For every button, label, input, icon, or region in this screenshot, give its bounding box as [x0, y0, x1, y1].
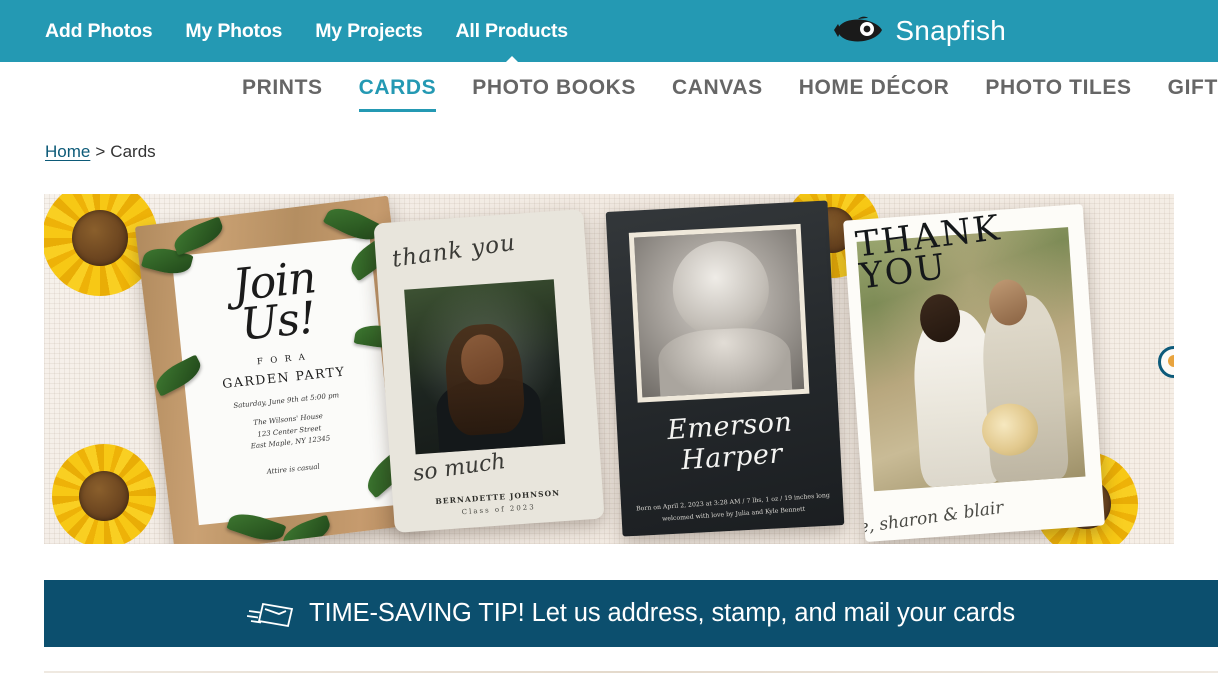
hero-banner[interactable]: Join Us! F O R A GARDEN PARTY Saturday, …: [44, 194, 1174, 544]
nav-label: PHOTO BOOKS: [472, 76, 637, 99]
breadcrumb-separator: >: [95, 142, 106, 161]
topbar-link-add-photos[interactable]: Add Photos: [45, 19, 153, 43]
topbar-link-label: My Photos: [185, 19, 283, 42]
caret-up-icon: [502, 55, 521, 65]
card1-event-title: GARDEN PARTY: [221, 363, 347, 391]
topbar-link-label: Add Photos: [45, 19, 153, 42]
snapfish-logo[interactable]: Snapfish: [834, 15, 1006, 47]
sunflower-icon: [52, 444, 156, 544]
topbar-link-label: My Projects: [315, 19, 423, 42]
utility-top-bar: Add Photos My Photos My Projects All Pro…: [0, 0, 1218, 65]
nav-label: PRINTS: [242, 76, 323, 99]
nav-item-photo-tiles[interactable]: PHOTO TILES: [985, 76, 1131, 112]
nav-label: CANVAS: [672, 76, 763, 99]
nav-item-prints[interactable]: PRINTS: [242, 76, 323, 112]
nav-label: HOME DÉCOR: [798, 76, 950, 99]
topbar-link-my-projects[interactable]: My Projects: [315, 20, 422, 43]
nav-item-photo-books[interactable]: PHOTO BOOKS: [472, 76, 636, 112]
hero-card-birth-announcement[interactable]: Emerson Harper Born on April 2, 2023 at …: [605, 200, 845, 537]
nav-item-gifts[interactable]: GIFTS: [1168, 76, 1218, 112]
nav-item-cards[interactable]: CARDS: [358, 76, 437, 112]
card2-photo: [404, 279, 566, 455]
breadcrumb-current: Cards: [110, 142, 156, 161]
category-nav: PRINTS CARDS PHOTO BOOKS CANVAS HOME DÉC…: [0, 62, 1218, 122]
topbar-link-label: All Products: [455, 19, 568, 42]
card-face: Join Us! F O R A GARDEN PARTY Saturday, …: [171, 236, 397, 526]
utility-links: Add Photos My Photos My Projects All Pro…: [45, 19, 568, 65]
nav-label: PHOTO TILES: [985, 76, 1132, 99]
envelope-mail-icon: [247, 602, 294, 627]
brand-name: Snapfish: [895, 15, 1006, 46]
topbar-link-all-products[interactable]: All Products: [455, 19, 568, 65]
card3-photo: [628, 223, 810, 403]
breadcrumb: Home > Cards: [0, 122, 1218, 162]
card1-date: Saturday, June 9th at 5:00 pm: [232, 391, 340, 410]
hero-card-wedding-thank-you[interactable]: THANK YOU e, sharon & blair: [843, 204, 1105, 542]
nav-item-canvas[interactable]: CANVAS: [672, 76, 763, 112]
time-saving-tip-banner[interactable]: TIME-SAVING TIP! Let us address, stamp, …: [44, 580, 1218, 647]
card1-for-a: F O R A: [256, 352, 308, 368]
content-divider: [44, 671, 1218, 673]
fish-logo-icon: [834, 16, 883, 42]
card2-bottom-script: so much: [411, 448, 508, 487]
nav-label: CARDS: [358, 76, 437, 99]
card2-top-script: thank you: [390, 229, 518, 273]
nav-item-home-decor[interactable]: HOME DÉCOR: [799, 76, 950, 112]
hero-card-graduation-thank-you[interactable]: thank you so much BERNADETTE JOHNSON Cla…: [373, 209, 605, 533]
tip-banner-text: TIME-SAVING TIP! Let us address, stamp, …: [309, 599, 1015, 627]
topbar-link-my-photos[interactable]: My Photos: [185, 20, 282, 43]
card3-baby-name: Emerson Harper: [666, 406, 794, 477]
breadcrumb-home-link[interactable]: Home: [45, 142, 90, 162]
leaf-decoration: [170, 216, 227, 256]
card1-script-line2: Us!: [238, 292, 318, 352]
nav-label: GIFTS: [1167, 76, 1218, 99]
card1-attire: Attire is casual: [266, 462, 321, 476]
